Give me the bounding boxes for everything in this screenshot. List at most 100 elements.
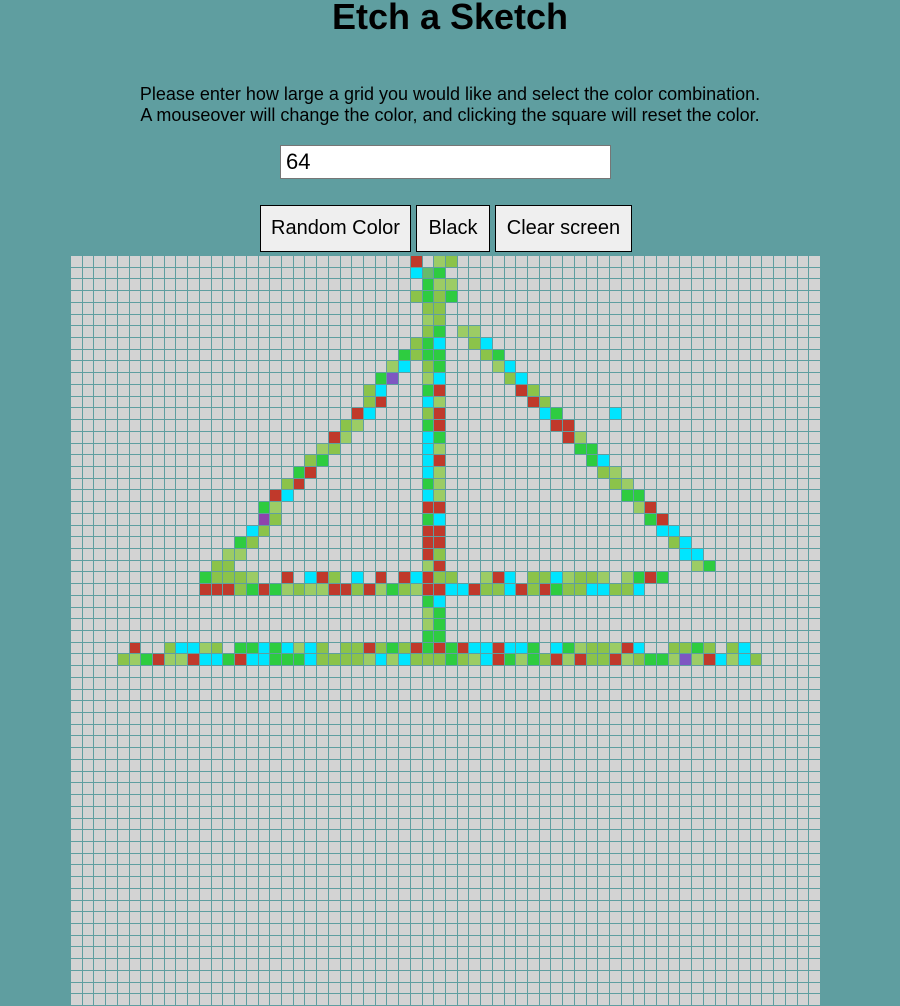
grid-cell[interactable] (410, 888, 423, 901)
grid-cell[interactable] (809, 736, 821, 749)
grid-cell[interactable] (762, 841, 775, 854)
grid-cell[interactable] (563, 830, 575, 842)
grid-cell[interactable] (492, 701, 505, 714)
grid-cell[interactable] (551, 888, 564, 901)
grid-cell[interactable] (750, 607, 763, 620)
grid-cell[interactable] (153, 502, 165, 514)
grid-cell[interactable] (387, 291, 400, 303)
grid-cell[interactable] (516, 853, 529, 866)
grid-cell[interactable] (797, 525, 810, 538)
grid-cell[interactable] (293, 783, 306, 796)
grid-cell[interactable] (680, 314, 693, 327)
grid-cell[interactable] (727, 291, 739, 303)
grid-cell[interactable] (434, 525, 446, 538)
grid-cell[interactable] (434, 443, 446, 456)
grid-cell[interactable] (281, 888, 294, 901)
grid-cell[interactable] (82, 572, 95, 585)
grid-cell[interactable] (352, 326, 364, 339)
grid-cell[interactable] (293, 970, 306, 983)
grid-cell[interactable] (129, 865, 142, 878)
grid-cell[interactable] (176, 490, 189, 503)
grid-cell[interactable] (785, 443, 798, 456)
grid-cell[interactable] (199, 841, 212, 854)
grid-cell[interactable] (621, 455, 634, 467)
grid-cell[interactable] (211, 607, 224, 620)
grid-cell[interactable] (399, 466, 411, 479)
grid-cell[interactable] (82, 384, 95, 397)
grid-cell[interactable] (680, 853, 693, 866)
grid-cell[interactable] (457, 548, 470, 561)
grid-cell[interactable] (188, 736, 200, 749)
grid-cell[interactable] (270, 525, 282, 538)
grid-cell[interactable] (281, 783, 294, 796)
grid-cell[interactable] (481, 865, 493, 878)
grid-cell[interactable] (621, 713, 634, 725)
grid-cell[interactable] (328, 291, 341, 303)
grid-cell[interactable] (504, 267, 517, 280)
grid-cell[interactable] (750, 795, 763, 807)
grid-cell[interactable] (164, 349, 177, 362)
grid-cell[interactable] (703, 689, 716, 702)
grid-cell[interactable] (410, 666, 423, 678)
grid-cell[interactable] (281, 396, 294, 409)
grid-cell[interactable] (71, 959, 83, 971)
grid-cell[interactable] (82, 513, 95, 526)
grid-cell[interactable] (668, 537, 681, 549)
grid-cell[interactable] (270, 970, 282, 983)
grid-cell[interactable] (680, 935, 693, 948)
grid-cell[interactable] (270, 291, 282, 303)
grid-cell[interactable] (223, 396, 236, 409)
grid-cell[interactable] (516, 888, 529, 901)
grid-cell[interactable] (680, 431, 693, 444)
grid-cell[interactable] (469, 560, 482, 573)
grid-cell[interactable] (94, 982, 107, 995)
grid-cell[interactable] (235, 595, 247, 608)
grid-cell[interactable] (633, 478, 646, 491)
grid-cell[interactable] (457, 759, 470, 772)
grid-cell[interactable] (692, 631, 704, 643)
grid-cell[interactable] (246, 947, 259, 960)
grid-cell[interactable] (211, 689, 224, 702)
grid-cell[interactable] (446, 619, 458, 631)
grid-cell[interactable] (492, 724, 505, 737)
grid-cell[interactable] (340, 338, 353, 350)
grid-cell[interactable] (129, 736, 142, 749)
grid-cell[interactable] (352, 970, 364, 983)
grid-cell[interactable] (164, 338, 177, 350)
grid-cell[interactable] (410, 841, 423, 854)
grid-cell[interactable] (71, 314, 83, 327)
grid-cell[interactable] (434, 572, 446, 585)
grid-cell[interactable] (633, 877, 646, 889)
grid-cell[interactable] (141, 478, 154, 491)
grid-cell[interactable] (551, 466, 564, 479)
grid-cell[interactable] (481, 982, 493, 995)
grid-cell[interactable] (574, 818, 587, 831)
grid-cell[interactable] (703, 900, 716, 913)
grid-cell[interactable] (164, 666, 177, 678)
grid-cell[interactable] (199, 923, 212, 936)
grid-cell[interactable] (94, 713, 107, 725)
grid-cell[interactable] (504, 830, 517, 842)
grid-cell[interactable] (598, 384, 611, 397)
grid-cell[interactable] (258, 841, 271, 854)
grid-cell[interactable] (434, 994, 446, 1006)
grid-cell[interactable] (574, 466, 587, 479)
grid-cell[interactable] (363, 361, 376, 374)
grid-cell[interactable] (129, 818, 142, 831)
grid-cell[interactable] (492, 865, 505, 878)
grid-cell[interactable] (492, 490, 505, 503)
grid-cell[interactable] (141, 502, 154, 514)
grid-cell[interactable] (399, 525, 411, 538)
grid-cell[interactable] (727, 830, 739, 842)
grid-cell[interactable] (129, 408, 142, 421)
grid-cell[interactable] (645, 361, 657, 374)
grid-cell[interactable] (106, 970, 118, 983)
grid-cell[interactable] (574, 326, 587, 339)
grid-cell[interactable] (106, 888, 118, 901)
grid-cell[interactable] (809, 666, 821, 678)
grid-cell[interactable] (117, 502, 130, 514)
grid-cell[interactable] (797, 818, 810, 831)
grid-cell[interactable] (410, 865, 423, 878)
grid-cell[interactable] (774, 537, 786, 549)
grid-cell[interactable] (352, 853, 364, 866)
